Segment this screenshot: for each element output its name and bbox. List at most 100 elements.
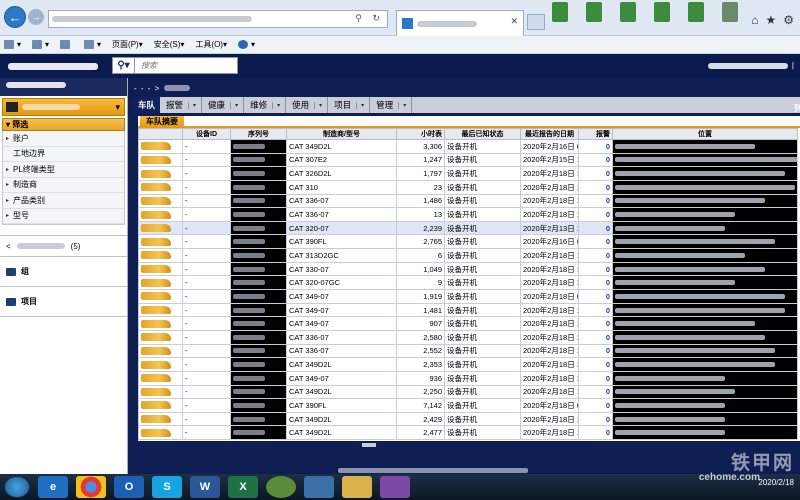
start-button[interactable] (4, 476, 30, 498)
remote-desktop-taskbar-icon[interactable] (304, 476, 334, 498)
search-input[interactable] (135, 61, 231, 70)
tab-0[interactable]: 车队 (132, 97, 161, 113)
cell-serial-number[interactable] (230, 248, 287, 263)
table-row[interactable]: - CAT 336-07 2,552 设备开机 2020年2月18日 11 0 (138, 343, 798, 359)
filter-item-manufacturer[interactable]: ▸ 制造商 (3, 178, 124, 193)
table-row[interactable]: - CAT 349D2L 2,429 设备开机 2020年2月18日 11 0 (138, 411, 798, 427)
snipping-tool-taskbar-icon[interactable] (380, 476, 410, 498)
mail-menu-item[interactable] (60, 40, 73, 49)
fleet-selector[interactable]: ▾ (2, 98, 125, 116)
cell-serial-number[interactable] (230, 357, 287, 372)
filter-item-model[interactable]: ▸ 型号 (3, 209, 124, 224)
column-header[interactable]: 小时表 (396, 128, 445, 140)
sidebar-item-groups[interactable]: 组 (0, 257, 127, 287)
tab-2[interactable]: 健康 ▾ (202, 97, 245, 113)
globe-taskbar-icon[interactable] (266, 476, 296, 498)
cell-alerts[interactable]: 0 (578, 357, 613, 372)
tab-1[interactable]: 报警 ▾ (160, 97, 203, 113)
cell-alerts[interactable]: 0 (578, 248, 613, 263)
tab-dropdown-icon[interactable]: ▾ (230, 101, 238, 109)
tab-dropdown-icon[interactable]: ▾ (314, 101, 322, 109)
new-tab-button[interactable] (527, 14, 545, 30)
column-header[interactable]: 设备ID (182, 128, 231, 140)
table-row[interactable]: - CAT 349-071,481设备开机2020年2月18日 100 (138, 302, 798, 318)
cell-serial-number[interactable] (230, 193, 287, 209)
cell-serial-number[interactable] (230, 411, 287, 427)
cell-alerts[interactable]: 0 (578, 398, 613, 413)
browser-tab[interactable]: ✕ (396, 10, 524, 36)
columns-button[interactable]: 列 (794, 103, 800, 114)
search-box[interactable]: ⚲▾ (112, 57, 238, 74)
outlook-taskbar-icon[interactable]: O (114, 476, 144, 498)
filter-item-site-boundary[interactable]: 工地边界 (3, 147, 124, 162)
filter-item-product-category[interactable]: ▸ 产品类别 (3, 193, 124, 209)
skype-taskbar-icon[interactable]: S (152, 476, 182, 498)
cell-serial-number[interactable] (230, 139, 287, 154)
menu-page[interactable]: 页面(P) ▾ (112, 39, 143, 50)
table-row[interactable]: - CAT 320-07GC 9 设备开机 2020年2月18日 11 0 (138, 275, 798, 291)
cell-alerts[interactable]: 0 (578, 193, 613, 209)
tab-3[interactable]: 维修 ▾ (244, 97, 287, 113)
table-row[interactable]: - CAT 326D2L 1,797 设备开机 2020年2月18日 11 0 (138, 166, 798, 181)
cell-serial-number[interactable] (230, 152, 287, 168)
sidebar-shared[interactable]: < (5) (0, 235, 127, 257)
tab-dropdown-icon[interactable]: ▾ (356, 101, 364, 109)
cell-serial-number[interactable] (230, 316, 287, 331)
cell-serial-number[interactable] (230, 261, 287, 277)
table-row[interactable]: - CAT 349-07 936 设备开机 2020年2月18日 11 0 (138, 370, 798, 386)
cell-serial-number[interactable] (230, 275, 287, 291)
table-row[interactable]: - CAT 330-07 1,049 设备开机 2020年2月18日 11 0 (138, 261, 798, 277)
cell-serial-number[interactable] (230, 398, 287, 413)
table-row[interactable]: - CAT 310 23 设备开机 2020年2月18日 11 0 (138, 179, 798, 195)
cell-serial-number[interactable] (230, 179, 287, 195)
explorer-taskbar-icon[interactable] (342, 476, 372, 498)
forward-button[interactable]: → (28, 9, 44, 25)
cell-alerts[interactable]: 0 (578, 411, 613, 427)
search-icon[interactable]: ⚲▾ (113, 58, 135, 73)
cell-alerts[interactable]: 0 (578, 329, 613, 345)
table-row[interactable]: - CAT 349D2L3,306设备开机2020年2月16日 080 (138, 139, 798, 154)
user-menu-icon[interactable]: | (792, 61, 794, 70)
tab-5[interactable]: 项目 ▾ (328, 97, 371, 113)
cell-alerts[interactable]: 0 (578, 139, 613, 154)
cell-alerts[interactable]: 0 (578, 384, 613, 400)
cell-serial-number[interactable] (230, 207, 287, 222)
menu-tools[interactable]: 工具(O) ▾ (195, 39, 227, 50)
tab-dropdown-icon[interactable]: ▾ (188, 101, 196, 109)
cell-serial-number[interactable] (230, 384, 287, 400)
cell-serial-number[interactable] (230, 343, 287, 359)
cell-alerts[interactable]: 0 (578, 207, 613, 222)
table-row[interactable]: - CAT 320-072,239设备开机2020年2月13日 150 (138, 220, 798, 236)
table-row[interactable]: - CAT 349D2L 2,477 设备开机 2020年2月18日 11 0 (138, 425, 798, 441)
tab-4[interactable]: 使用 ▾ (286, 97, 329, 113)
table-row[interactable]: - CAT 349D2L 2,250 设备开机 2020年2月18日 11 0 (138, 384, 798, 400)
address-bar[interactable]: ⚲ ↻ (48, 10, 388, 28)
cell-serial-number[interactable] (230, 220, 287, 236)
chevron-down-icon[interactable]: ▾ (115, 102, 120, 113)
ie-taskbar-icon[interactable]: e (38, 476, 68, 498)
column-header[interactable]: 位置 (612, 128, 798, 140)
filter-header[interactable]: ▾ 筛选 (2, 118, 125, 131)
chrome-taskbar-icon[interactable] (76, 476, 106, 498)
back-button[interactable]: ← (4, 6, 26, 28)
table-row[interactable]: - CAT 336-07 13 设备开机 2020年2月18日 11 0 (138, 207, 798, 222)
cell-alerts[interactable]: 0 (578, 234, 613, 250)
table-row[interactable]: - CAT 349-071,919设备开机2020年2月18日 090 (138, 289, 798, 304)
cell-alerts[interactable]: 0 (578, 343, 613, 359)
excel-taskbar-icon[interactable]: X (228, 476, 258, 498)
cell-serial-number[interactable] (230, 329, 287, 345)
sidebar-item-projects[interactable]: 项目 (0, 287, 127, 317)
home-menu-item[interactable]: ▾ (4, 40, 21, 49)
column-header[interactable]: 序列号 (230, 128, 287, 140)
tab-dropdown-icon[interactable]: ▾ (398, 101, 406, 109)
table-row[interactable]: - CAT 349-07 907 设备开机 2020年2月18日 11 0 (138, 316, 798, 331)
filter-item-account[interactable]: ▸ 账户 (3, 131, 124, 147)
cell-alerts[interactable]: 0 (578, 152, 613, 168)
cell-alerts[interactable]: 0 (578, 302, 613, 318)
feeds-menu-item[interactable]: ▾ (32, 40, 49, 49)
cell-alerts[interactable]: 0 (578, 316, 613, 331)
cell-alerts[interactable]: 0 (578, 166, 613, 181)
table-row[interactable]: - CAT 307E21,247设备开机2020年2月15日 160 (138, 152, 798, 168)
home-icon[interactable]: ⌂ (751, 13, 758, 27)
menu-help[interactable]: ▾ (238, 40, 255, 49)
